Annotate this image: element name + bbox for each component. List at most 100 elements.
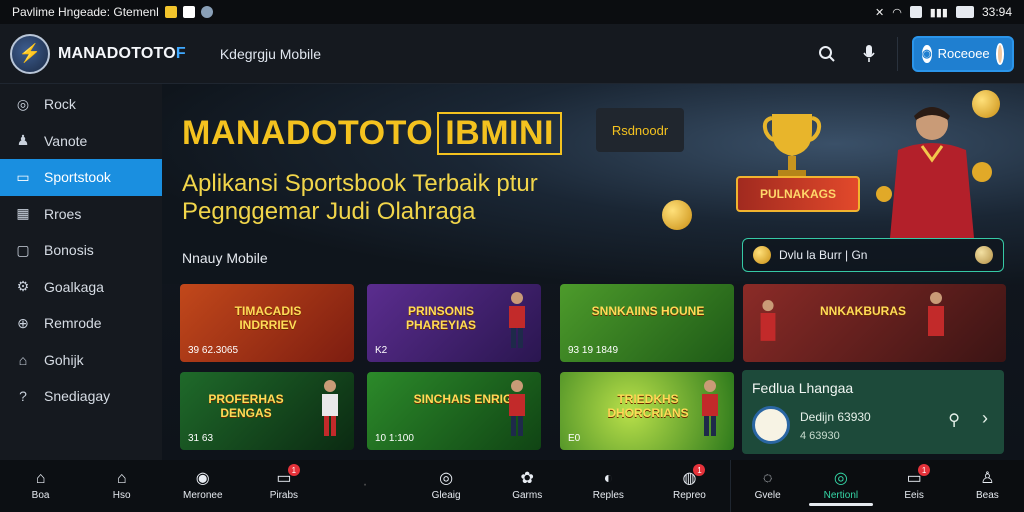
nav-label: Beas bbox=[975, 490, 999, 501]
coin-icon bbox=[753, 246, 771, 264]
game-card-title: NNKAKBURAS bbox=[820, 304, 906, 318]
notification-badge: 1 bbox=[918, 464, 931, 476]
hero-title-box: IBMINI bbox=[437, 112, 562, 155]
mail-icon bbox=[182, 6, 195, 18]
battery-icon bbox=[955, 6, 974, 18]
sidebar-item-sportstook[interactable]: ▭ Sportstook bbox=[0, 159, 172, 196]
search-icon[interactable]: ⚲ bbox=[948, 410, 960, 430]
player-figure-icon bbox=[509, 292, 525, 348]
hero-note: Nnauy Mobile bbox=[182, 250, 268, 266]
hero-subtitle-line1: Aplikansi Sportsbook Terbaik ptur bbox=[182, 170, 538, 197]
coin-icon bbox=[972, 90, 1000, 118]
signal-icon: ▮▮▮ bbox=[929, 6, 948, 19]
sidebar-item-goalkaga[interactable]: ⚙ Goalkaga bbox=[0, 269, 162, 306]
account-button[interactable]: ◉ Roceoee bbox=[912, 35, 1014, 72]
casino-icon: ◉ bbox=[195, 470, 210, 487]
player-figure-icon bbox=[509, 380, 525, 436]
coupon-icon: ◎ bbox=[439, 470, 454, 487]
game-card[interactable]: SINCHAIS ENRIGE 10 1:100 bbox=[367, 372, 541, 450]
nav-item-meronee[interactable]: ◉ Meronee bbox=[162, 460, 243, 512]
nav-label: Garms bbox=[512, 490, 543, 501]
sidebar-item-rroes[interactable]: ▦ Rroes bbox=[0, 196, 162, 233]
game-card-meta: 10 1:100 bbox=[375, 433, 414, 444]
brand-logo-icon[interactable]: ⚡ bbox=[10, 33, 50, 74]
nav-item-reples[interactable]: ◐ Reples bbox=[568, 460, 649, 512]
nav-label: Hso bbox=[112, 490, 131, 501]
player-figure-icon bbox=[322, 380, 338, 436]
sidebar-item-vanote[interactable]: ♟ Vanote bbox=[0, 123, 162, 160]
promo-pill[interactable]: Dvlu la Burr | Gn bbox=[742, 238, 1004, 272]
microphone-icon[interactable] bbox=[855, 40, 883, 68]
hero-chip[interactable]: Rsdnoodr bbox=[596, 108, 684, 152]
nav-item-eeis[interactable]: ▭ 1 Eeis bbox=[878, 460, 951, 512]
account-status-icon: ◉ bbox=[922, 44, 932, 63]
game-card[interactable]: PRINSONIS PHAREYIAS K2 bbox=[367, 284, 541, 362]
globe-icon: ⊕ bbox=[17, 314, 29, 331]
sidebar-item-gohijk[interactable]: ⌂ Gohijk bbox=[0, 342, 162, 379]
dots-icon: · bbox=[362, 475, 368, 493]
featured-line1: Dedijn 63930 bbox=[800, 410, 871, 424]
player-figure-icon bbox=[876, 107, 992, 238]
featured-panel[interactable]: Fedlua Lhangaa Dedijn 63930 4 63930 ⚲ › bbox=[742, 370, 1004, 454]
home-outline-icon: ⌂ bbox=[116, 470, 127, 487]
account-label: Roceoee bbox=[937, 46, 990, 61]
game-card-title: SNNKAIINS HOUNE bbox=[591, 304, 705, 318]
hero-subtitle: Aplikansi Sportsbook Terbaik ptur Pegngg… bbox=[182, 170, 538, 226]
header-divider bbox=[897, 36, 898, 71]
notification-badge: 1 bbox=[693, 464, 706, 476]
nav-item-repreo[interactable]: ◍ 1 Repreo bbox=[649, 460, 730, 512]
main-content: MANADOTOTO IBMINI Rsdnoodr Aplikansi Spor… bbox=[162, 84, 1024, 460]
sidebar-item-rock[interactable]: ◎ Rock bbox=[0, 86, 162, 123]
nav-item-boa[interactable]: ⌂ Boa bbox=[0, 460, 81, 512]
sidebar-item-bonosis[interactable]: ▢ Bonosis bbox=[0, 232, 162, 269]
coin-icon bbox=[975, 246, 993, 264]
home-icon: ◎ bbox=[16, 95, 30, 112]
game-card-meta: 39 62.3065 bbox=[188, 345, 239, 356]
notification-icon bbox=[164, 6, 177, 18]
player-figure-icon bbox=[760, 300, 776, 341]
game-card[interactable]: TRIEDKHS DHORCRIANS E0 bbox=[560, 372, 734, 450]
brand-accent-text: F bbox=[175, 44, 186, 62]
sidebar-item-snediagay[interactable]: ? Snediagay bbox=[0, 378, 162, 415]
status-left-text: Pavlime Hngeade: Gtemenl bbox=[12, 5, 159, 19]
sidebar-item-label: Goalkaga bbox=[44, 278, 104, 295]
sidebar-item-remrode[interactable]: ⊕ Remrode bbox=[0, 305, 162, 342]
nav-label: Boa bbox=[31, 490, 50, 501]
chevron-right-icon[interactable]: › bbox=[982, 408, 988, 429]
nav-label: Repreo bbox=[673, 490, 706, 501]
monitor-icon: ▭ bbox=[16, 168, 30, 185]
game-card-meta: K2 bbox=[375, 345, 388, 356]
sidebar-item-label: Snediagay bbox=[44, 388, 111, 405]
sidebar-item-label: Gohijk bbox=[44, 351, 84, 368]
nav-label: Reples bbox=[592, 490, 624, 501]
nav-item-hso[interactable]: ⌂ Hso bbox=[81, 460, 162, 512]
game-card-meta: 31 63 bbox=[188, 433, 214, 444]
sidebar-item-label: Rroes bbox=[44, 205, 82, 222]
nfc-icon bbox=[909, 6, 922, 18]
status-bar: Pavlime Hngeade: Gtemenl ✕ ◠ ▮▮▮ 33:94 bbox=[0, 0, 1024, 24]
game-card-title: TRIEDKHS DHORCRIANS bbox=[607, 392, 689, 420]
nav-item-gleaig[interactable]: ◎ Gleaig bbox=[406, 460, 487, 512]
game-card[interactable]: PROFERHAS DENGAS 31 63 bbox=[180, 372, 354, 450]
hero-subtitle-line2: Pegnggemar Judi Olahraga bbox=[182, 198, 476, 225]
bonus-icon: ▢ bbox=[16, 241, 30, 258]
game-card[interactable]: NNKAKBURAS bbox=[743, 284, 1006, 362]
person-icon: ♙ bbox=[980, 470, 995, 487]
coin-icon bbox=[662, 200, 692, 230]
nav-label: Gleaig bbox=[431, 490, 461, 501]
nav-label: Gvele bbox=[754, 490, 781, 501]
mute-icon: ✕ bbox=[874, 6, 885, 19]
promo-text: Dvlu la Burr | Gn bbox=[779, 248, 868, 262]
nav-item-garms[interactable]: ✿ Garms bbox=[487, 460, 568, 512]
nav-item-gvele[interactable]: ◌ Gvele bbox=[731, 460, 804, 512]
nav-item-more[interactable]: · bbox=[324, 460, 405, 512]
nav-item-beas[interactable]: ♙ Beas bbox=[951, 460, 1024, 512]
search-icon[interactable] bbox=[813, 40, 841, 68]
nav-item-pirabs[interactable]: ▭ 1 Pirabs bbox=[243, 460, 324, 512]
app-icon bbox=[200, 6, 213, 18]
brand-name[interactable]: MANADOTOTOF bbox=[58, 45, 186, 63]
nav-item-nertionl[interactable]: ◎ Nertionl bbox=[804, 460, 877, 512]
game-card[interactable]: TIMACADIS INDRRIEV 39 62.3065 bbox=[180, 284, 354, 362]
game-card[interactable]: SNNKAIINS HOUNE 93 19 1849 bbox=[560, 284, 734, 362]
featured-title: Fedlua Lhangaa bbox=[752, 380, 854, 396]
